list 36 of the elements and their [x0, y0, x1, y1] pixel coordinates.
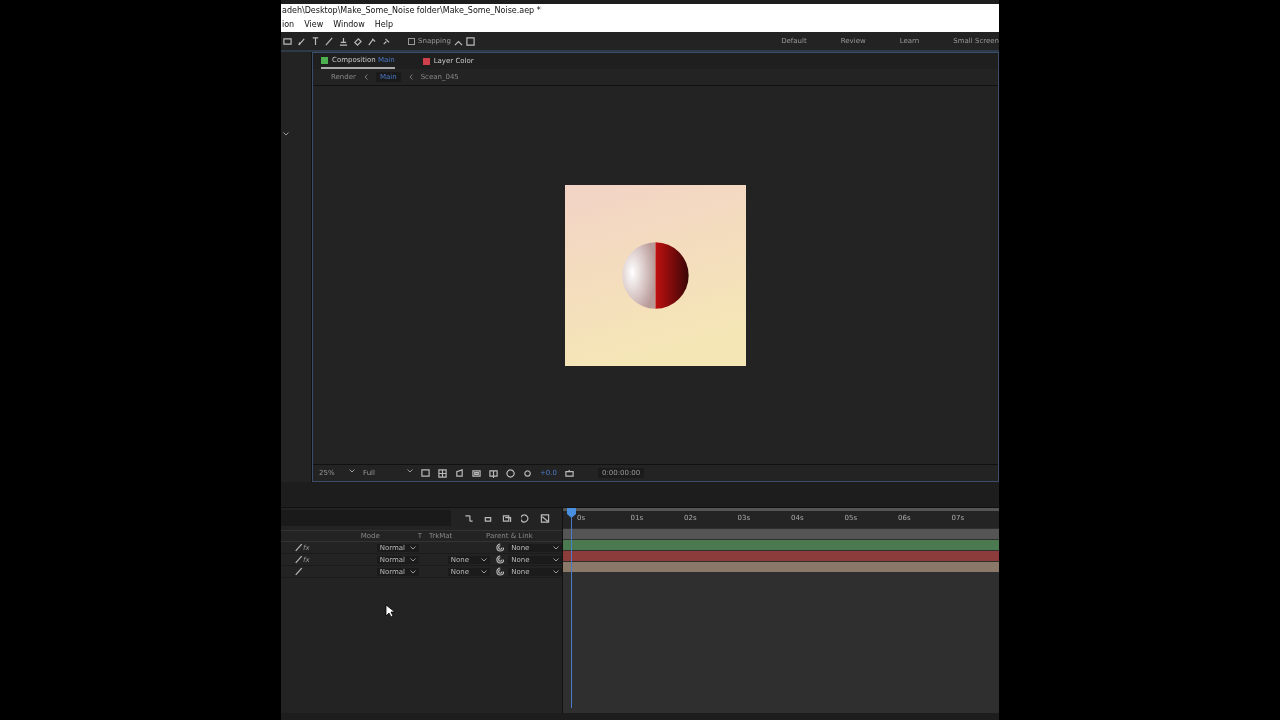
chevron-down-icon — [283, 132, 289, 136]
transparency-grid-icon[interactable] — [438, 468, 447, 478]
chevron-down-icon — [553, 545, 559, 550]
search-field[interactable] — [281, 510, 451, 526]
eraser-tool-icon[interactable] — [353, 36, 362, 46]
flowchart-icon[interactable] — [464, 513, 474, 523]
chevron-down-icon — [481, 569, 487, 574]
chevron-left-icon — [408, 74, 413, 80]
chevron-down-icon — [553, 569, 559, 574]
region-icon[interactable] — [421, 468, 430, 478]
chevron-down-icon — [410, 557, 416, 562]
mask-icon[interactable] — [455, 468, 464, 478]
snapping-checkbox[interactable] — [408, 37, 415, 45]
chevron-down-icon — [410, 569, 416, 574]
chevron-down-icon — [481, 557, 487, 562]
text-tool-icon[interactable] — [311, 36, 320, 46]
rectangle-tool-icon[interactable] — [283, 36, 292, 46]
pen-tool-icon[interactable] — [297, 36, 306, 46]
mouse-pointer-icon — [385, 604, 395, 618]
playhead[interactable] — [567, 508, 576, 708]
menu-item[interactable]: ion — [282, 20, 295, 29]
menu-item[interactable]: Help — [374, 20, 393, 29]
chevron-left-icon — [363, 74, 368, 80]
menu-item[interactable]: Window — [333, 20, 365, 29]
pick-whip-icon[interactable] — [495, 555, 505, 564]
menu-item[interactable]: View — [304, 20, 324, 29]
brush-tool-icon[interactable] — [325, 36, 334, 46]
chevron-down-icon — [349, 469, 355, 473]
pick-whip-icon[interactable] — [495, 543, 505, 552]
window-title: adeh\Desktop\Make_Some_Noise folder\Make_Some_Noise.aep * — [282, 6, 542, 15]
chevron-down-icon — [553, 557, 559, 562]
camera-icon[interactable] — [565, 468, 574, 478]
chevron-down-icon — [407, 469, 413, 473]
graph-editor-icon[interactable] — [540, 513, 550, 523]
pick-whip-icon[interactable] — [495, 567, 505, 576]
stamp-tool-icon[interactable] — [339, 36, 348, 46]
